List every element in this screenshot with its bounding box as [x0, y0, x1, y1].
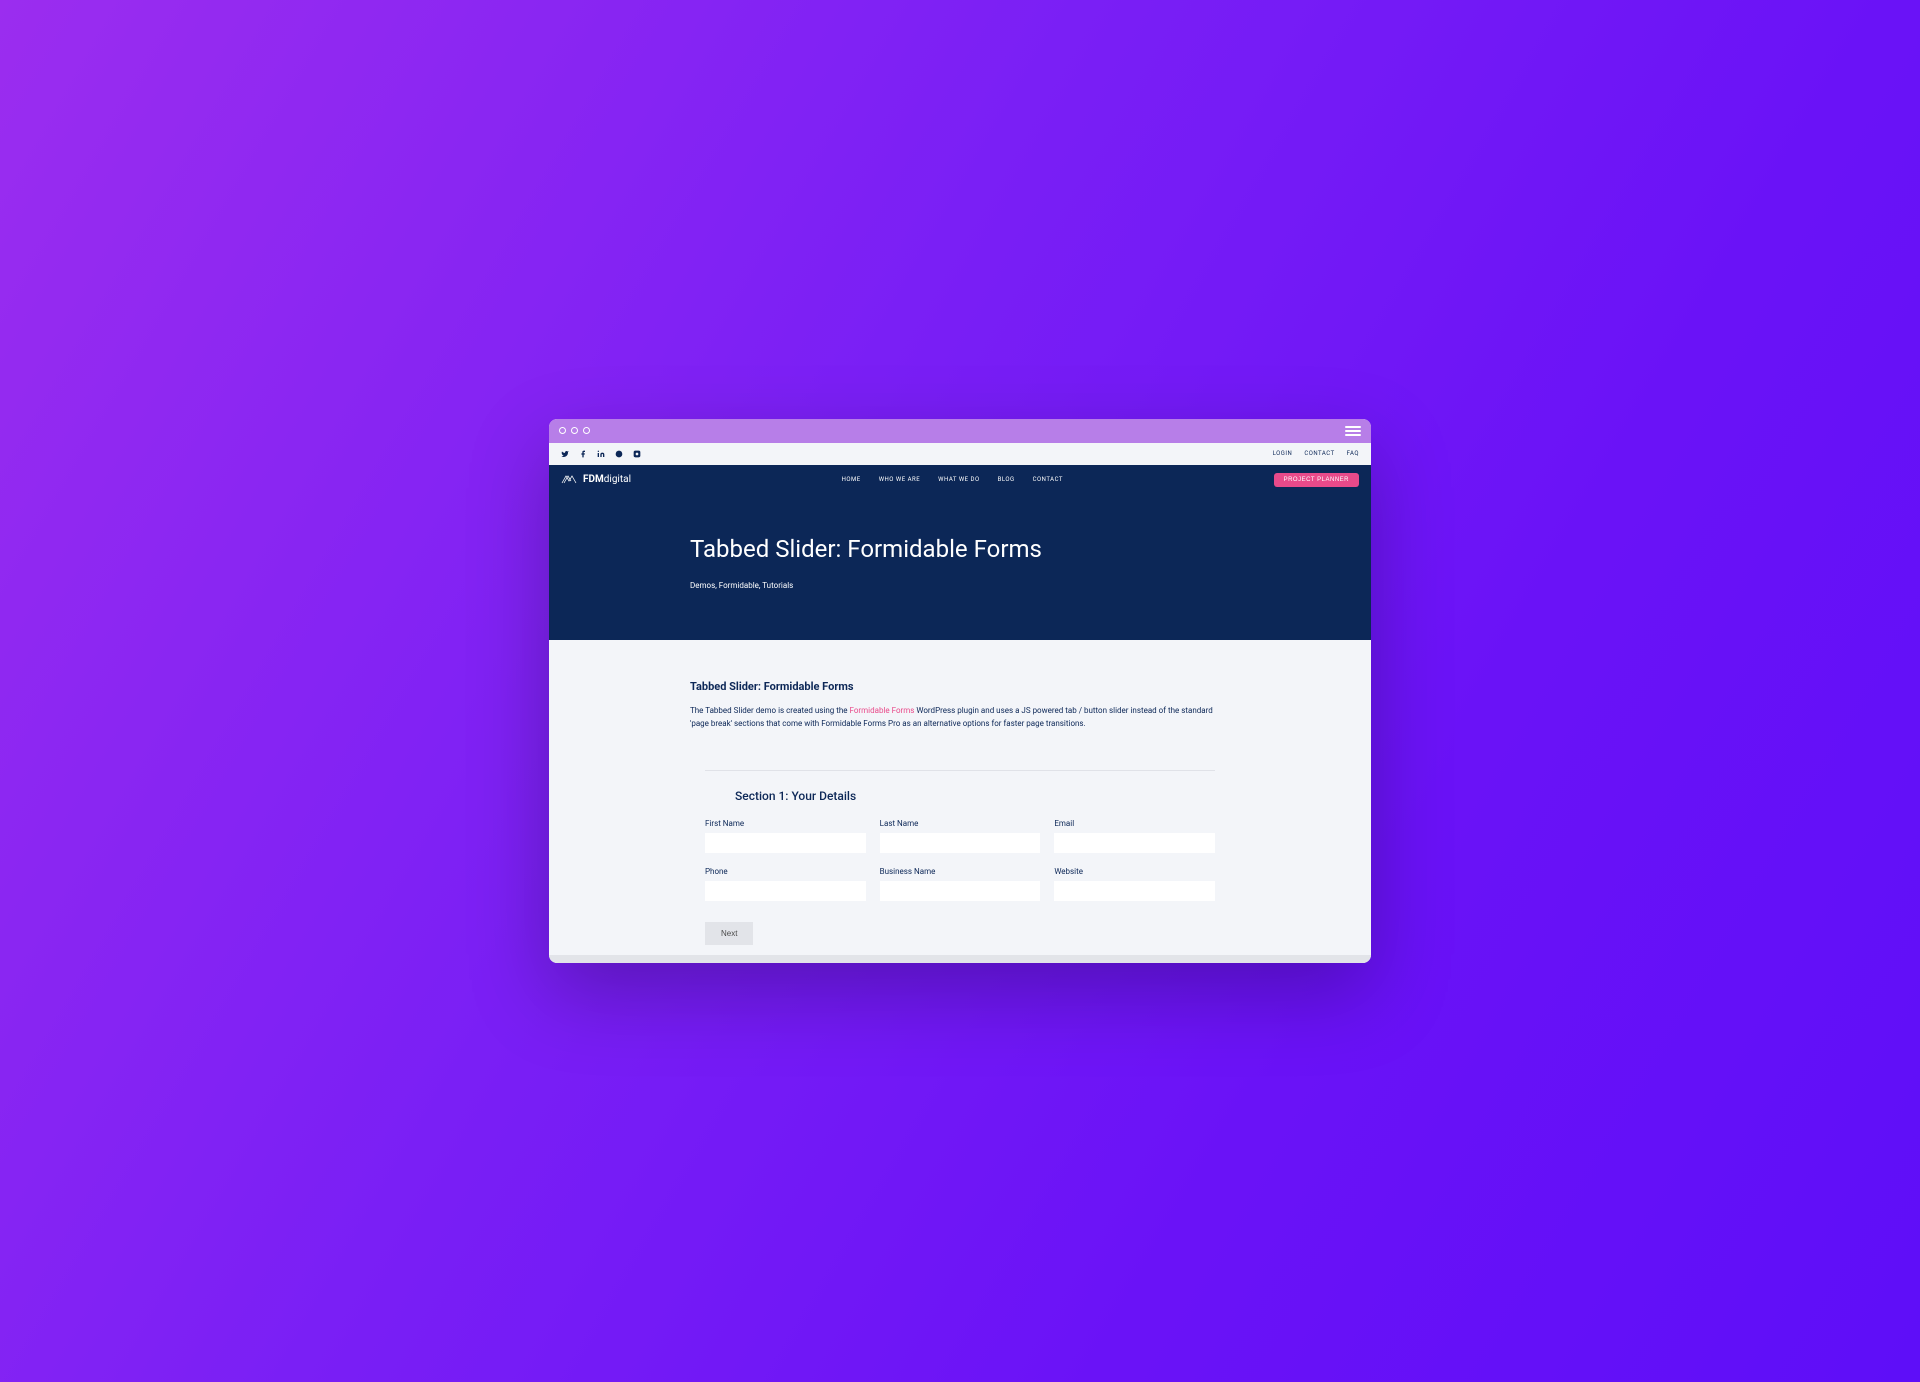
breadcrumb[interactable]: Demos, Formidable, Tutorials [690, 581, 1230, 590]
logo-text: FDMdigital [583, 474, 631, 485]
hero: Tabbed Slider: Formidable Forms Demos, F… [549, 495, 1371, 640]
form-grid: First Name Last Name Email Phone Busines… [705, 819, 1215, 901]
linkedin-icon[interactable] [597, 450, 605, 458]
window-dot[interactable] [559, 427, 566, 434]
nav-home[interactable]: HOME [842, 476, 861, 483]
last-name-field: Last Name [880, 819, 1041, 853]
dribbble-icon[interactable] [615, 450, 623, 458]
business-name-label: Business Name [880, 867, 1041, 876]
browser-window: LOGIN CONTACT FAQ FDMdigital HOME WHO WE… [549, 419, 1371, 964]
nav-what-we-do[interactable]: WHAT WE DO [938, 476, 979, 483]
project-planner-button[interactable]: PROJECT PLANNER [1274, 473, 1359, 487]
formidable-forms-link[interactable]: Formidable Forms [850, 706, 915, 715]
top-links: LOGIN CONTACT FAQ [1273, 450, 1359, 457]
content: Tabbed Slider: Formidable Forms The Tabb… [549, 640, 1371, 956]
nav-blog[interactable]: BLOG [998, 476, 1015, 483]
email-input[interactable] [1054, 833, 1215, 853]
content-description: The Tabbed Slider demo is created using … [690, 705, 1230, 731]
email-field: Email [1054, 819, 1215, 853]
last-name-input[interactable] [880, 833, 1041, 853]
last-name-label: Last Name [880, 819, 1041, 828]
top-bar: LOGIN CONTACT FAQ [549, 443, 1371, 465]
nav-bar: FDMdigital HOME WHO WE ARE WHAT WE DO BL… [549, 465, 1371, 495]
hamburger-icon[interactable] [1345, 426, 1361, 436]
nav-links: HOME WHO WE ARE WHAT WE DO BLOG CONTACT [842, 476, 1063, 483]
faq-link[interactable]: FAQ [1347, 450, 1359, 457]
bottom-strip [549, 955, 1371, 963]
facebook-icon[interactable] [579, 450, 587, 458]
phone-label: Phone [705, 867, 866, 876]
website-input[interactable] [1054, 881, 1215, 901]
phone-input[interactable] [705, 881, 866, 901]
window-dot[interactable] [571, 427, 578, 434]
nav-contact[interactable]: CONTACT [1033, 476, 1063, 483]
social-icons [561, 450, 641, 458]
website-field: Website [1054, 867, 1215, 901]
login-link[interactable]: LOGIN [1273, 450, 1293, 457]
first-name-field: First Name [705, 819, 866, 853]
twitter-icon[interactable] [561, 450, 569, 458]
business-name-field: Business Name [880, 867, 1041, 901]
logo[interactable]: FDMdigital [561, 470, 631, 489]
window-controls[interactable] [559, 427, 590, 434]
website-label: Website [1054, 867, 1215, 876]
phone-field: Phone [705, 867, 866, 901]
browser-chrome [549, 419, 1371, 443]
nav-who-we-are[interactable]: WHO WE ARE [879, 476, 920, 483]
logo-icon [561, 470, 577, 489]
first-name-input[interactable] [705, 833, 866, 853]
email-label: Email [1054, 819, 1215, 828]
form-section-title: Section 1: Your Details [705, 789, 1215, 803]
next-button[interactable]: Next [705, 922, 753, 945]
content-title: Tabbed Slider: Formidable Forms [690, 680, 1230, 693]
form-area: Section 1: Your Details First Name Last … [705, 770, 1215, 945]
first-name-label: First Name [705, 819, 866, 828]
contact-link[interactable]: CONTACT [1304, 450, 1334, 457]
window-dot[interactable] [583, 427, 590, 434]
page-title: Tabbed Slider: Formidable Forms [690, 535, 1230, 563]
instagram-icon[interactable] [633, 450, 641, 458]
business-name-input[interactable] [880, 881, 1041, 901]
